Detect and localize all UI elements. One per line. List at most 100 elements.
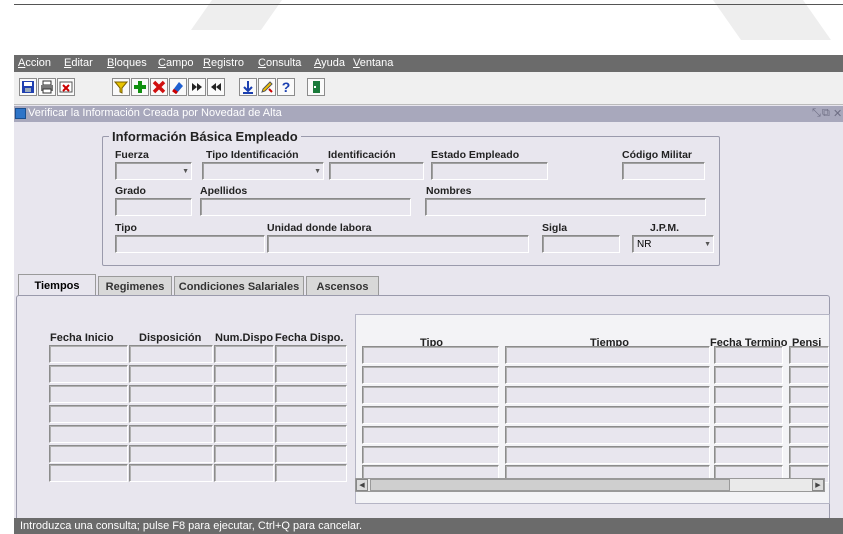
- close-window-icon[interactable]: ✕: [833, 107, 842, 120]
- maximize-window-icon[interactable]: ⧉: [822, 107, 830, 120]
- tiempos-left-cell[interactable]: [275, 464, 347, 482]
- tiempos-right-cell[interactable]: [505, 386, 710, 404]
- tab-condiciones-salariales[interactable]: Condiciones Salariales: [174, 276, 304, 296]
- tiempos-left-cell[interactable]: [49, 405, 128, 423]
- tiempos-left-cell[interactable]: [275, 405, 347, 423]
- menu-registro[interactable]: Registro: [203, 57, 244, 69]
- edit-button[interactable]: [258, 78, 276, 96]
- tiempos-left-cell[interactable]: [129, 425, 213, 443]
- tiempos-left-cell[interactable]: [49, 445, 128, 463]
- tiempos-right-cell[interactable]: [505, 346, 710, 364]
- estado-empleado-field[interactable]: [431, 162, 548, 180]
- tiempos-right-cell[interactable]: [789, 426, 829, 444]
- tiempos-left-cell[interactable]: [129, 445, 213, 463]
- insert-record-button[interactable]: [131, 78, 149, 96]
- tiempos-left-cell[interactable]: [214, 365, 274, 383]
- scroll-left-icon[interactable]: ◀: [356, 479, 368, 491]
- tiempos-right-cell[interactable]: [505, 406, 710, 424]
- print-button[interactable]: [38, 78, 56, 96]
- tipo-identificacion-select[interactable]: ▼: [202, 162, 324, 180]
- tiempos-right-cell[interactable]: [362, 426, 499, 444]
- restore-window-icon[interactable]: ⤡: [812, 107, 821, 120]
- jpm-select[interactable]: NR ▼: [632, 235, 714, 253]
- tiempos-left-cell[interactable]: [275, 365, 347, 383]
- clear-record-button[interactable]: [169, 78, 187, 96]
- tiempos-left-cell[interactable]: [49, 464, 128, 482]
- unidad-field[interactable]: [267, 235, 529, 253]
- question-mark-icon: ?: [281, 79, 291, 95]
- tiempos-left-cell[interactable]: [129, 345, 213, 363]
- menu-campo[interactable]: Campo: [158, 57, 193, 69]
- tiempos-left-cell[interactable]: [214, 385, 274, 403]
- tipo-field[interactable]: [115, 235, 265, 253]
- tiempos-left-cell[interactable]: [49, 345, 128, 363]
- label-fuerza: Fuerza: [115, 149, 149, 161]
- tiempos-right-cell[interactable]: [505, 366, 710, 384]
- menu-ayuda[interactable]: Ayuda: [314, 57, 345, 69]
- previous-record-button[interactable]: [207, 78, 225, 96]
- close-form-button[interactable]: [57, 78, 75, 96]
- help-button[interactable]: ?: [277, 78, 295, 96]
- tiempos-right-cell[interactable]: [714, 346, 783, 364]
- fuerza-select[interactable]: ▼: [115, 162, 192, 180]
- tiempos-right-cell[interactable]: [789, 366, 829, 384]
- menu-ventana[interactable]: Ventana: [353, 57, 393, 69]
- tab-tiempos[interactable]: Tiempos: [18, 274, 96, 296]
- tiempos-left-cell[interactable]: [129, 385, 213, 403]
- tiempos-left-cell[interactable]: [214, 345, 274, 363]
- tiempos-right-cell[interactable]: [505, 446, 710, 464]
- tab-regimenes[interactable]: Regimenes: [98, 276, 172, 296]
- next-record-button[interactable]: [188, 78, 206, 96]
- tiempos-right-cell[interactable]: [714, 426, 783, 444]
- tiempos-left-cell[interactable]: [214, 464, 274, 482]
- sigla-field[interactable]: [542, 235, 620, 253]
- tiempos-right-cell[interactable]: [505, 426, 710, 444]
- label-nombres: Nombres: [426, 185, 472, 197]
- scroll-right-icon[interactable]: ▶: [812, 479, 824, 491]
- tiempos-left-cell[interactable]: [275, 385, 347, 403]
- scroll-thumb[interactable]: [370, 479, 730, 491]
- tiempos-right-cell[interactable]: [714, 386, 783, 404]
- tiempos-right-cell[interactable]: [362, 446, 499, 464]
- menu-editar[interactable]: Editar: [64, 57, 93, 69]
- menu-accion[interactable]: Accion: [18, 57, 51, 69]
- tiempos-left-cell[interactable]: [214, 445, 274, 463]
- tiempos-right-cell[interactable]: [362, 406, 499, 424]
- download-button[interactable]: [239, 78, 257, 96]
- tiempos-left-cell[interactable]: [129, 365, 213, 383]
- grado-field[interactable]: [115, 198, 192, 216]
- tiempos-left-cell[interactable]: [129, 405, 213, 423]
- tiempos-left-cell[interactable]: [49, 365, 128, 383]
- tiempos-right-cell[interactable]: [362, 386, 499, 404]
- apellidos-field[interactable]: [200, 198, 411, 216]
- tiempos-right-cell[interactable]: [362, 346, 499, 364]
- nombres-field[interactable]: [425, 198, 706, 216]
- down-arrow-icon: [243, 81, 253, 94]
- menu-bloques[interactable]: Bloques: [107, 57, 147, 69]
- tiempos-right-cell[interactable]: [789, 446, 829, 464]
- tiempos-right-cell[interactable]: [362, 366, 499, 384]
- tiempos-right-cell[interactable]: [714, 406, 783, 424]
- tiempos-left-cell[interactable]: [49, 385, 128, 403]
- tiempos-left-cell[interactable]: [275, 445, 347, 463]
- delete-record-button[interactable]: [150, 78, 168, 96]
- tiempos-right-cell[interactable]: [789, 406, 829, 424]
- codigo-militar-field[interactable]: [622, 162, 705, 180]
- tiempos-right-cell[interactable]: [789, 386, 829, 404]
- tiempos-left-cell[interactable]: [275, 425, 347, 443]
- tiempos-right-cell[interactable]: [789, 346, 829, 364]
- save-button[interactable]: [19, 78, 37, 96]
- query-button[interactable]: [112, 78, 130, 96]
- tiempos-left-cell[interactable]: [214, 405, 274, 423]
- menu-consulta[interactable]: Consulta: [258, 57, 301, 69]
- tiempos-left-cell[interactable]: [275, 345, 347, 363]
- tiempos-right-cell[interactable]: [714, 446, 783, 464]
- tiempos-left-cell[interactable]: [49, 425, 128, 443]
- tiempos-right-cell[interactable]: [714, 366, 783, 384]
- tiempos-left-cell[interactable]: [214, 425, 274, 443]
- tiempos-left-cell[interactable]: [129, 464, 213, 482]
- tab-ascensos[interactable]: Ascensos: [306, 276, 379, 296]
- identificacion-field[interactable]: [329, 162, 424, 180]
- exit-button[interactable]: [307, 78, 325, 96]
- horizontal-scrollbar[interactable]: ◀ ▶: [355, 478, 825, 492]
